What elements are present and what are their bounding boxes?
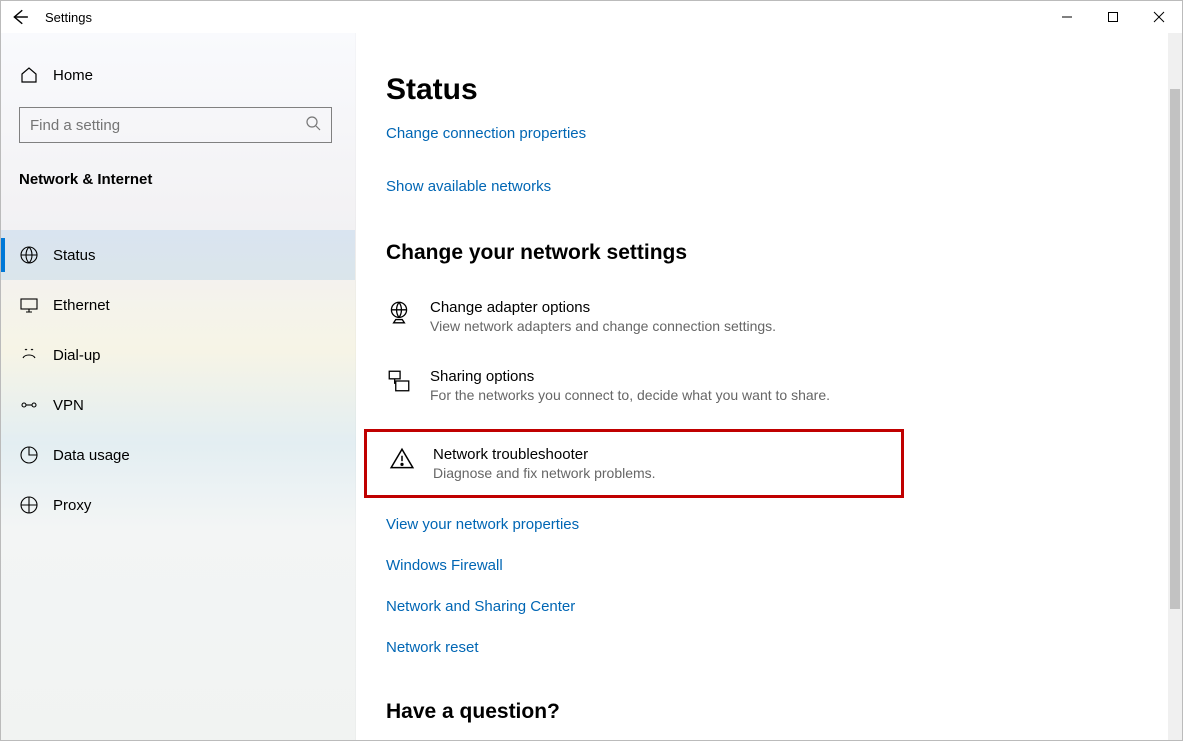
row-sub: Diagnose and fix network problems. [433,465,656,481]
datausage-icon [19,445,39,465]
links-group: View your network properties Windows Fir… [386,516,1152,656]
maximize-button[interactable] [1090,1,1136,33]
row-sub: For the networks you connect to, decide … [430,387,830,403]
proxy-icon [19,495,39,515]
sidebar-item-vpn[interactable]: VPN [1,380,355,430]
row-text: Network troubleshooter Diagnose and fix … [433,446,656,481]
link-network-reset[interactable]: Network reset [386,639,1152,656]
row-text: Change adapter options View network adap… [430,299,776,334]
settings-window: Settings Home [0,0,1183,741]
scrollbar[interactable] [1168,33,1182,740]
minimize-button[interactable] [1044,1,1090,33]
titlebar: Settings [1,1,1182,33]
titlebar-left: Settings [11,8,92,26]
vpn-icon [19,395,39,415]
sidebar-item-proxy[interactable]: Proxy [1,480,355,530]
globe-icon [19,245,39,265]
section-heading: Change your network settings [386,241,1152,265]
sidebar-item-dialup[interactable]: Dial-up [1,330,355,380]
highlight-network-troubleshooter: Network troubleshooter Diagnose and fix … [364,429,904,498]
window-controls [1044,1,1182,33]
sidebar-item-label: Ethernet [53,297,110,314]
search-input[interactable] [19,107,332,143]
sidebar-item-ethernet[interactable]: Ethernet [1,280,355,330]
sidebar-item-label: Proxy [53,497,91,514]
sidebar-item-label: VPN [53,397,84,414]
link-windows-firewall[interactable]: Windows Firewall [386,557,1152,574]
setting-change-adapter-options[interactable]: Change adapter options View network adap… [386,295,1152,338]
sidebar-item-label: Data usage [53,447,130,464]
monitor-icon [19,295,39,315]
home-button[interactable]: Home [1,53,355,97]
sidebar-item-label: Status [53,247,96,264]
row-title: Change adapter options [430,299,776,316]
page-title: Status [386,73,1152,107]
setting-sharing-options[interactable]: Sharing options For the networks you con… [386,364,1152,407]
sidebar-nav: Status Ethernet [1,230,355,530]
row-sub: View network adapters and change connect… [430,318,776,334]
sharing-icon [386,368,412,394]
row-title: Sharing options [430,368,830,385]
link-change-connection-properties[interactable]: Change connection properties [386,125,1152,142]
sidebar-item-status[interactable]: Status [1,230,355,280]
main-content: Status Change connection properties Show… [356,33,1182,740]
sidebar-subtitle: Network & Internet [1,161,355,206]
scrollbar-thumb[interactable] [1170,89,1180,609]
titlebar-title: Settings [45,10,92,25]
sidebar-item-datausage[interactable]: Data usage [1,430,355,480]
link-show-available-networks[interactable]: Show available networks [386,178,1152,195]
sidebar-item-label: Dial-up [53,347,101,364]
dialup-icon [19,345,39,365]
sidebar: Home Network & Internet [1,33,356,740]
home-label: Home [53,67,93,84]
home-icon [19,65,39,85]
question-heading: Have a question? [386,700,1152,724]
search-icon [305,115,321,135]
close-button[interactable] [1136,1,1182,33]
body-split: Home Network & Internet [1,33,1182,740]
adapter-icon [386,299,412,325]
setting-network-troubleshooter[interactable]: Network troubleshooter Diagnose and fix … [369,442,891,485]
back-arrow-icon[interactable] [11,8,29,26]
link-view-network-properties[interactable]: View your network properties [386,516,1152,533]
warning-icon [389,446,415,472]
row-text: Sharing options For the networks you con… [430,368,830,403]
link-network-sharing-center[interactable]: Network and Sharing Center [386,598,1152,615]
search-field[interactable] [30,117,305,134]
row-title: Network troubleshooter [433,446,656,463]
